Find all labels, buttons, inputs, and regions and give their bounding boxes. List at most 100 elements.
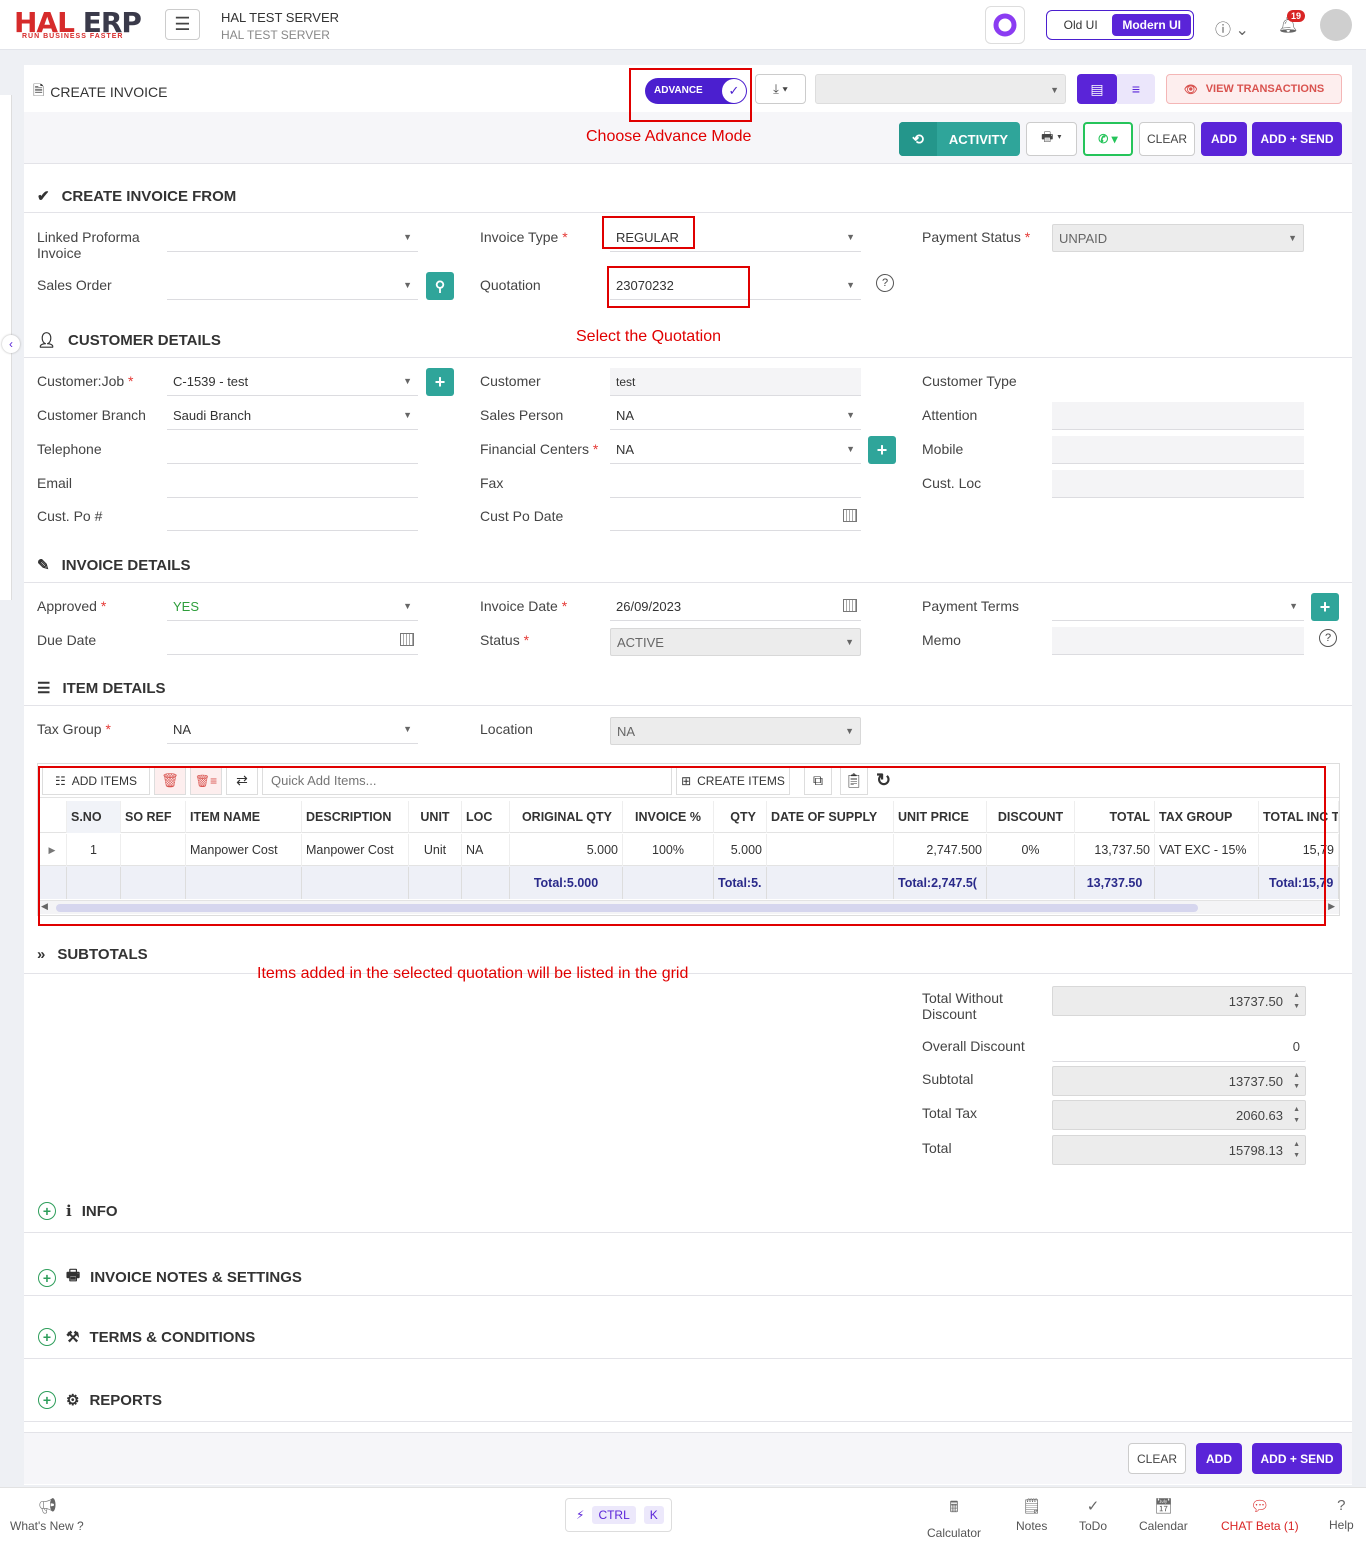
financial-centers-select[interactable]: NA ▼ [610, 436, 861, 464]
server-title: HAL TEST SERVER [221, 10, 340, 25]
payment-status-select[interactable]: UNPAID ▼ [1052, 224, 1304, 252]
memo-field[interactable] [1052, 627, 1304, 655]
activity-button[interactable]: ⟲ ACTIVITY [899, 122, 1020, 156]
telephone-label: Telephone [37, 441, 102, 457]
print-icon: 🖶︎ [66, 1267, 81, 1284]
mobile-label: Mobile [922, 441, 964, 457]
whatsapp-button[interactable]: ✆ ▾ [1083, 122, 1133, 156]
status-label: Status * [480, 632, 530, 648]
customer-job-label: Customer:Job * [37, 373, 134, 389]
calendar-button[interactable]: 📅︎ Calendar [1139, 1497, 1188, 1533]
mobile-field[interactable] [1052, 436, 1304, 464]
annotation-quotation: Select the Quotation [576, 328, 721, 345]
total-tax-label: Total Tax [922, 1105, 977, 1121]
location-label: Location [480, 721, 533, 737]
brand-app-icon[interactable] [985, 6, 1025, 44]
add-send-button[interactable]: ADD + SEND [1252, 122, 1342, 156]
location-select[interactable]: NA ▼ [610, 717, 861, 745]
attention-field[interactable] [1052, 402, 1304, 430]
edit-icon: ✎ [37, 557, 50, 574]
fax-field[interactable] [610, 470, 861, 498]
sales-order-select[interactable]: ▼ [167, 272, 418, 300]
expand-icon: + [38, 1391, 56, 1409]
ui-toggle[interactable]: Old UI Modern UI [1046, 10, 1194, 40]
advance-toggle[interactable]: ADVANCE ✓ [645, 78, 747, 104]
clear-button[interactable]: CLEAR [1139, 122, 1195, 156]
invoice-date-field[interactable]: 26/09/2023 [610, 593, 861, 621]
customer-field[interactable]: test [610, 368, 861, 396]
section-subtotals: » SUBTOTALS [37, 946, 148, 963]
customer-branch-select[interactable]: Saudi Branch ▼ [167, 402, 418, 430]
section-reports[interactable]: + ⚙ REPORTS [38, 1391, 162, 1409]
calendar-icon [400, 633, 414, 646]
help-icon[interactable]: ? [1319, 629, 1337, 647]
section-items: ☰ ITEM DETAILS [37, 679, 166, 698]
notes-button[interactable]: 🗒︎ Notes [1016, 1497, 1047, 1533]
avatar[interactable] [1320, 9, 1352, 41]
chat-button[interactable]: 💬︎ CHAT Beta (1) [1221, 1497, 1299, 1533]
download-button[interactable]: ⤓ ▾ [755, 74, 806, 104]
add-customer-button[interactable]: + [426, 368, 454, 396]
approved-select[interactable]: YES ▼ [167, 593, 418, 621]
due-date-field[interactable] [167, 627, 418, 655]
search-icon[interactable]: ⚲ [426, 272, 454, 300]
total-tax-field[interactable]: 2060.63 ▲ ▼ [1052, 1100, 1306, 1130]
add-payment-terms-button[interactable]: + [1311, 593, 1339, 621]
help-button[interactable]: ? Help [1329, 1497, 1354, 1532]
template-select[interactable]: ▼ [815, 74, 1066, 104]
total-without-discount-label: Total Without Discount [922, 990, 1003, 1022]
total-field[interactable]: 15798.13 ▲ ▼ [1052, 1135, 1306, 1165]
cust-po-date-label: Cust Po Date [480, 508, 564, 524]
spinner-icon: ▲ ▼ [1293, 1106, 1300, 1124]
spinner-icon: ▲ ▼ [1293, 1141, 1300, 1159]
list-edit-icon[interactable]: ≡ [1117, 74, 1155, 104]
cust-loc-field[interactable] [1052, 470, 1304, 498]
payment-terms-select[interactable]: ▼ [1052, 593, 1304, 621]
calculator-button[interactable]: 🖩︎ Calculator [927, 1497, 981, 1540]
print-button[interactable]: 🖶︎ ▾ [1026, 122, 1077, 156]
customer-type-label: Customer Type [922, 373, 1017, 389]
menu-icon[interactable]: ☰ [165, 9, 200, 40]
modern-ui-option[interactable]: Modern UI [1112, 14, 1191, 36]
add-send-button-bottom[interactable]: ADD + SEND [1252, 1443, 1342, 1474]
subtotal-field[interactable]: 13737.50 ▲ ▼ [1052, 1066, 1306, 1096]
old-ui-option[interactable]: Old UI [1049, 18, 1112, 32]
command-palette-button[interactable]: ⚡︎ CTRL K [565, 1498, 672, 1532]
cust-po-field[interactable] [167, 503, 418, 531]
eye-icon: 👁︎ [1183, 83, 1198, 96]
chevron-left-icon[interactable]: ‹ [2, 335, 20, 353]
megaphone-icon: 📢︎ [38, 1498, 58, 1515]
add-button-bottom[interactable]: ADD [1196, 1443, 1242, 1474]
clear-button-bottom[interactable]: CLEAR [1128, 1443, 1186, 1474]
add-financial-center-button[interactable]: + [868, 436, 896, 464]
todo-button[interactable]: ✓ ToDo [1079, 1497, 1107, 1533]
whats-new-button[interactable]: 📢︎ What's New ? [10, 1497, 84, 1533]
tax-group-select[interactable]: NA ▼ [167, 716, 418, 744]
chat-icon: 💬︎ [1250, 1498, 1270, 1515]
info-icon[interactable]: ⓘ ⌄ [1215, 16, 1249, 40]
user-icon: 👤︎ [37, 332, 57, 349]
add-button[interactable]: ADD [1201, 122, 1247, 156]
list-icon: ☰ [37, 680, 51, 697]
double-chevron-icon: » [37, 946, 46, 963]
section-info[interactable]: + i INFO [38, 1202, 118, 1220]
approved-label: Approved * [37, 598, 107, 614]
section-notes[interactable]: + 🖶︎ INVOICE NOTES & SETTINGS [38, 1265, 302, 1290]
total-without-discount-field[interactable]: 13737.50 ▲ ▼ [1052, 986, 1306, 1016]
email-field[interactable] [167, 470, 418, 498]
total-label: Total [922, 1140, 952, 1156]
status-select[interactable]: ACTIVE ▼ [610, 628, 861, 656]
overall-discount-field[interactable]: 0 [1052, 1032, 1306, 1062]
section-terms[interactable]: + ⚒ TERMS & CONDITIONS [38, 1328, 255, 1346]
help-icon[interactable]: ? [876, 274, 894, 292]
linked-proforma-select[interactable]: ▼ [167, 224, 418, 252]
view-transactions-button[interactable]: 👁︎ VIEW TRANSACTIONS [1166, 74, 1342, 104]
telephone-field[interactable] [167, 436, 418, 464]
cust-po-date-field[interactable] [610, 503, 861, 531]
memo-label: Memo [922, 632, 961, 648]
sales-person-label: Sales Person [480, 407, 564, 423]
sales-person-select[interactable]: NA ▼ [610, 402, 861, 430]
cust-loc-label: Cust. Loc [922, 475, 982, 491]
form-view-icon[interactable]: ▤ [1077, 74, 1117, 104]
customer-job-select[interactable]: C-1539 - test ▼ [167, 368, 418, 396]
